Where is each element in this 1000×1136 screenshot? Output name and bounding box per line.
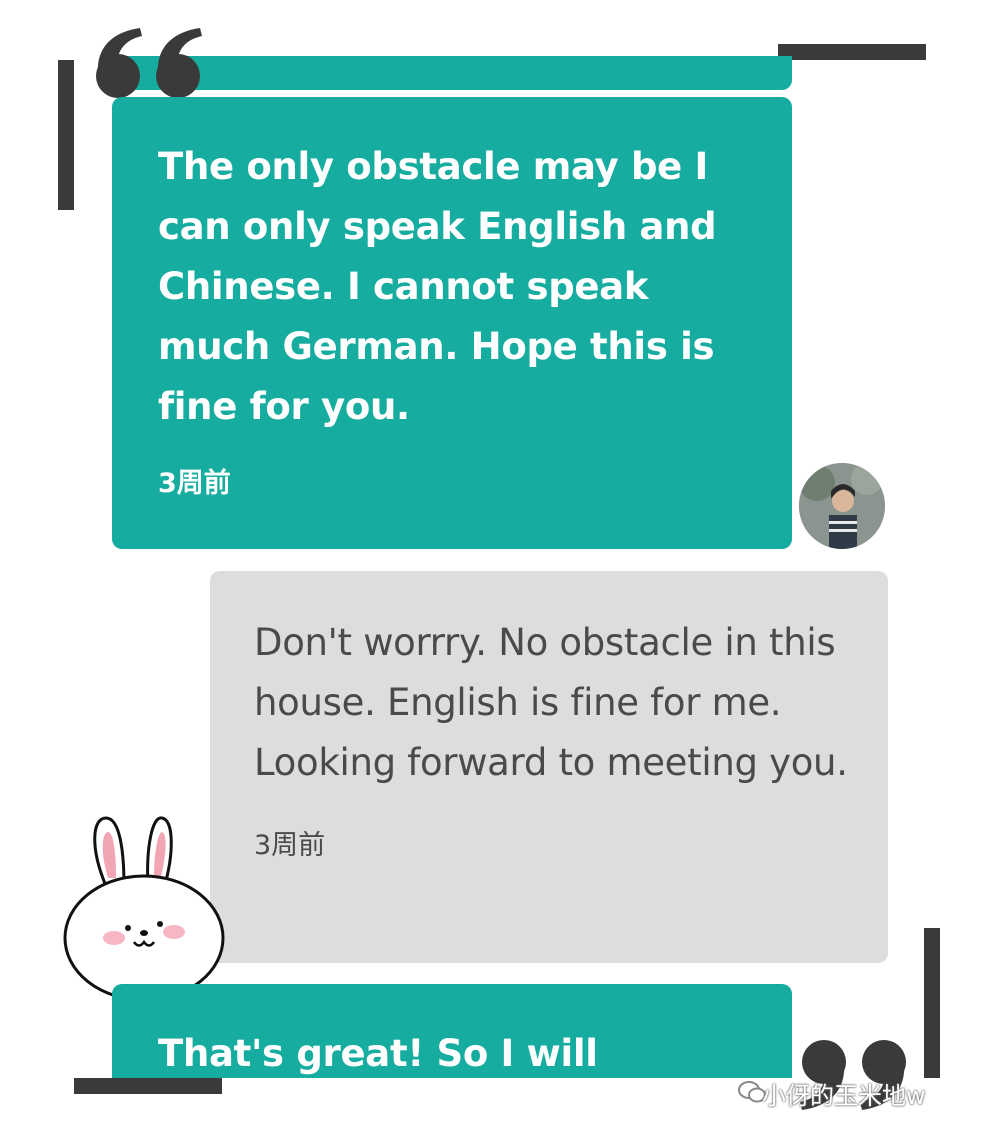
message-timestamp: 3周前 (158, 468, 231, 499)
avatar-photo (799, 463, 885, 549)
message-text: Don't worrry. No obstacle in this house.… (254, 621, 848, 784)
message-text: The only obstacle may be I can only spea… (158, 145, 717, 428)
open-quote-icon (96, 28, 202, 98)
frame-bar-bottom-left-top (74, 1078, 222, 1094)
message-timestamp: 3周前 (254, 830, 326, 861)
message-text: That's great! So I will (158, 1032, 598, 1075)
host-message-bubble: Don't worrry. No obstacle in this house.… (210, 571, 888, 963)
bunny-sticker (63, 816, 225, 1002)
watermark-text: 小伢的玉米地w (762, 1082, 926, 1110)
user-avatar[interactable] (794, 458, 890, 554)
frame-bar-top-right (778, 44, 926, 60)
frame-bar-left (58, 60, 74, 210)
guest-message-bubble: The only obstacle may be I can only spea… (112, 97, 792, 549)
frame-bar-right (924, 928, 940, 1078)
